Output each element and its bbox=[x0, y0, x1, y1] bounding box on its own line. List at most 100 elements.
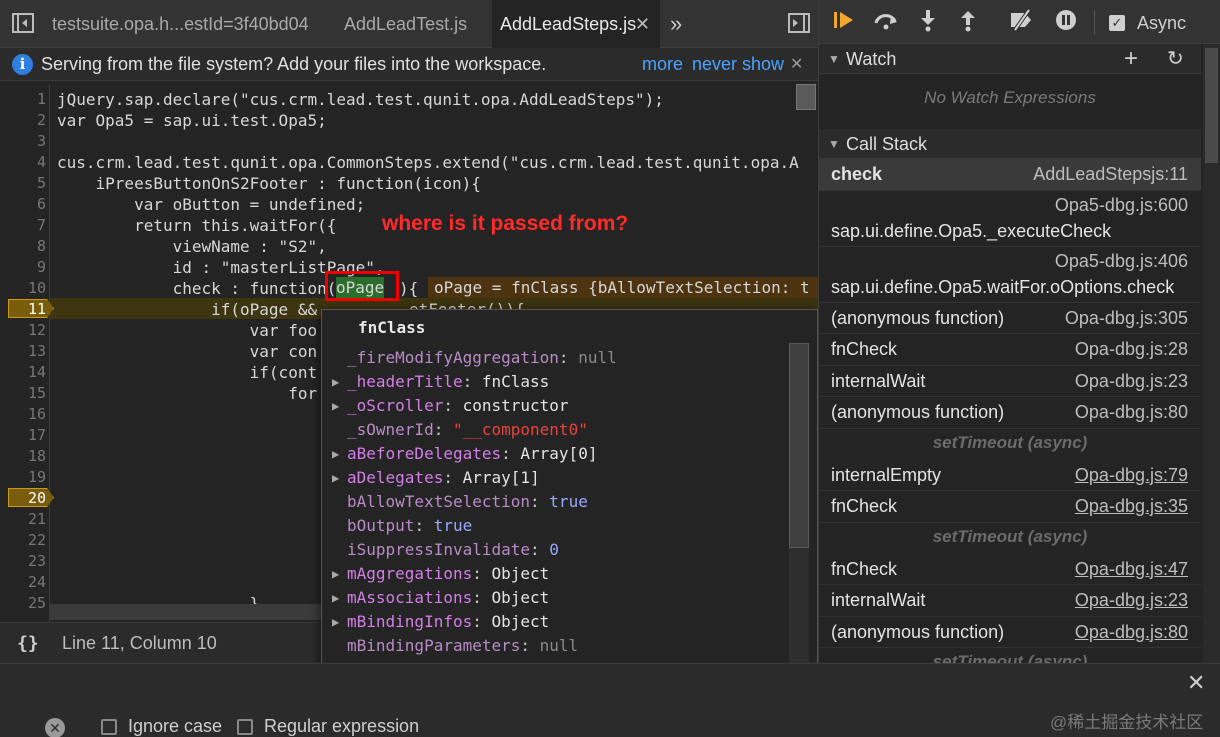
callstack-title: Call Stack bbox=[846, 134, 928, 154]
property-value: Object bbox=[491, 564, 550, 583]
call-frame-location[interactable]: Opa-dbg.js:80 bbox=[1075, 402, 1188, 423]
expand-arrow-icon[interactable]: ▶ bbox=[332, 610, 344, 634]
call-frame[interactable]: (anonymous function) Opa-dbg.js:80 bbox=[819, 397, 1201, 429]
object-preview-popover[interactable]: fnClass _fireModifyAggregation: null ▶ _he… bbox=[321, 309, 818, 707]
expand-arrow-icon[interactable]: ▶ bbox=[332, 586, 344, 610]
close-infobar-icon[interactable]: ✕ bbox=[790, 48, 803, 81]
property-entry: mAssociations: Object bbox=[347, 586, 549, 610]
watch-section-header[interactable]: ▼ Watch + ↻ bbox=[819, 44, 1201, 74]
call-frame-location[interactable]: Opa-dbg.js:23 bbox=[1075, 590, 1188, 611]
call-frame[interactable]: fnCheck Opa-dbg.js:28 bbox=[819, 334, 1201, 366]
line-number: 16 bbox=[27, 405, 46, 423]
call-frame-location[interactable]: Opa-dbg.js:28 bbox=[1075, 339, 1188, 360]
call-frame[interactable]: check AddLeadStepsjs:11 bbox=[819, 159, 1201, 191]
call-frame-location[interactable]: AddLeadStepsjs:11 bbox=[1033, 164, 1188, 185]
editor-tab-bar: testsuite.opa.h...estId=3f40bd04 AddLead… bbox=[0, 0, 818, 48]
call-frame[interactable]: (anonymous function) Opa-dbg.js:305 bbox=[819, 303, 1201, 334]
property-row[interactable]: ▶ aBeforeDelegates: Array[0] bbox=[322, 442, 782, 466]
tab-addleadsteps[interactable]: AddLeadSteps.js ✕ bbox=[492, 0, 660, 48]
property-entry: _sOwnerId: "__component0" bbox=[347, 418, 588, 442]
call-frame[interactable]: fnCheck Opa-dbg.js:35 bbox=[819, 491, 1201, 523]
property-separator: : bbox=[462, 372, 482, 391]
toggle-debugger-sidebar-icon[interactable] bbox=[788, 13, 810, 33]
pretty-print-icon[interactable]: {} bbox=[17, 623, 39, 664]
call-frame-location[interactable]: Opa-dbg.js:80 bbox=[1075, 622, 1188, 643]
property-row[interactable]: ▶ _headerTitle: fnClass bbox=[322, 370, 782, 394]
resume-icon[interactable] bbox=[829, 8, 859, 36]
property-key: mAggregations bbox=[347, 564, 473, 583]
step-out-icon[interactable] bbox=[953, 8, 983, 36]
line-number: 3 bbox=[36, 132, 46, 150]
expand-arrow-icon[interactable]: ▶ bbox=[332, 562, 344, 586]
debugger-sidebar: ✓ Async ▼ Watch + ↻ No Watch Expressions… bbox=[818, 0, 1220, 663]
call-frame[interactable]: sap.ui.define.Opa5._executeCheck Opa5-dbg… bbox=[819, 191, 1201, 247]
property-row[interactable]: ▶ aDelegates: Array[1] bbox=[322, 466, 782, 490]
ignore-case-checkbox[interactable] bbox=[101, 719, 117, 735]
step-over-icon[interactable] bbox=[871, 8, 901, 36]
clear-search-icon[interactable]: ✕ bbox=[45, 718, 65, 737]
call-frame-function: check bbox=[831, 164, 883, 184]
call-frame-location[interactable]: Opa-dbg.js:47 bbox=[1075, 559, 1188, 580]
call-frame[interactable]: (anonymous function) Opa-dbg.js:80 bbox=[819, 617, 1201, 648]
refresh-watch-icon[interactable]: ↻ bbox=[1167, 44, 1184, 74]
async-checkbox[interactable]: ✓ bbox=[1109, 15, 1125, 31]
add-watch-icon[interactable]: + bbox=[1124, 44, 1138, 74]
call-frame-location[interactable]: Opa5-dbg.js:600 bbox=[1055, 195, 1188, 216]
sidebar-scrollbar-thumb[interactable] bbox=[1205, 48, 1218, 163]
property-separator: : bbox=[443, 396, 463, 415]
call-frame[interactable]: sap.ui.define.Opa5.waitFor.oOptions.chec… bbox=[819, 247, 1201, 303]
line-number: 23 bbox=[27, 552, 46, 570]
line-number: 5 bbox=[36, 174, 46, 192]
property-key: _sOwnerId bbox=[347, 420, 434, 439]
call-frame[interactable]: internalEmpty Opa-dbg.js:79 bbox=[819, 460, 1201, 491]
callstack-section-header[interactable]: ▼ Call Stack bbox=[819, 129, 1201, 159]
call-frame-location[interactable]: Opa-dbg.js:79 bbox=[1075, 465, 1188, 486]
editor-horizontal-scrollbar[interactable] bbox=[50, 604, 330, 620]
editor-scrollbar-thumb[interactable] bbox=[796, 84, 816, 110]
call-frame[interactable]: internalWait Opa-dbg.js:23 bbox=[819, 366, 1201, 397]
popover-scrollbar-thumb[interactable] bbox=[789, 343, 809, 548]
call-frame-location[interactable]: Opa-dbg.js:35 bbox=[1075, 496, 1188, 517]
tab-addleadtest[interactable]: AddLeadTest.js bbox=[330, 0, 480, 48]
code-line-7: return this.waitFor({ bbox=[57, 216, 337, 235]
line-number: 2 bbox=[36, 111, 46, 129]
call-frame[interactable]: fnCheck Opa-dbg.js:47 bbox=[819, 554, 1201, 585]
call-frame-location[interactable]: Opa-dbg.js:23 bbox=[1075, 371, 1188, 392]
property-key: iSuppressInvalidate bbox=[347, 540, 531, 559]
line-number: 17 bbox=[27, 426, 46, 444]
regex-checkbox[interactable] bbox=[237, 719, 253, 735]
infobar-never-show-link[interactable]: never show bbox=[692, 48, 784, 81]
close-drawer-icon[interactable]: ✕ bbox=[1187, 670, 1205, 696]
property-separator: : bbox=[414, 516, 434, 535]
deactivate-breakpoints-icon[interactable] bbox=[1007, 8, 1037, 36]
call-frame-location[interactable]: Opa-dbg.js:305 bbox=[1065, 308, 1188, 329]
property-key: aDelegates bbox=[347, 468, 444, 487]
expand-arrow-icon[interactable]: ▶ bbox=[332, 466, 344, 490]
close-tab-icon[interactable]: ✕ bbox=[635, 0, 650, 48]
property-entry: mBindingParameters: null bbox=[347, 634, 578, 658]
regex-label: Regular expression bbox=[264, 716, 420, 736]
line-number: 24 bbox=[27, 573, 46, 591]
expand-arrow-icon[interactable]: ▶ bbox=[332, 370, 344, 394]
more-tabs-icon[interactable]: » bbox=[670, 0, 682, 48]
property-row[interactable]: ▶ _oScroller: constructor bbox=[322, 394, 782, 418]
property-row[interactable]: ▶ mBindingInfos: Object bbox=[322, 610, 782, 634]
tab-testsuite[interactable]: testsuite.opa.h...estId=3f40bd04 bbox=[42, 0, 322, 48]
call-frame[interactable]: internalWait Opa-dbg.js:23 bbox=[819, 585, 1201, 617]
property-value: Object bbox=[491, 588, 550, 607]
step-into-icon[interactable] bbox=[913, 8, 943, 36]
property-entry: _headerTitle: fnClass bbox=[347, 370, 549, 394]
toggle-navigator-icon[interactable] bbox=[12, 13, 34, 33]
property-value: Array[1] bbox=[462, 468, 540, 487]
watch-empty-text: No Watch Expressions bbox=[924, 88, 1096, 107]
property-value: true bbox=[433, 516, 473, 535]
line-gutter[interactable]: 1 2 3 4 5 6 7 8 9 10 11 12 13 14 15 16 1… bbox=[0, 84, 54, 622]
pause-on-exceptions-icon[interactable] bbox=[1051, 8, 1081, 36]
expand-arrow-icon[interactable]: ▶ bbox=[332, 442, 344, 466]
property-row[interactable]: ▶ mAggregations: Object bbox=[322, 562, 782, 586]
property-row[interactable]: ▶ mAssociations: Object bbox=[322, 586, 782, 610]
expand-arrow-icon[interactable]: ▶ bbox=[332, 394, 344, 418]
collapse-arrow-icon: ▼ bbox=[828, 137, 840, 151]
infobar-more-link[interactable]: more bbox=[642, 48, 683, 81]
call-frame-location[interactable]: Opa5-dbg.js:406 bbox=[1055, 251, 1188, 272]
